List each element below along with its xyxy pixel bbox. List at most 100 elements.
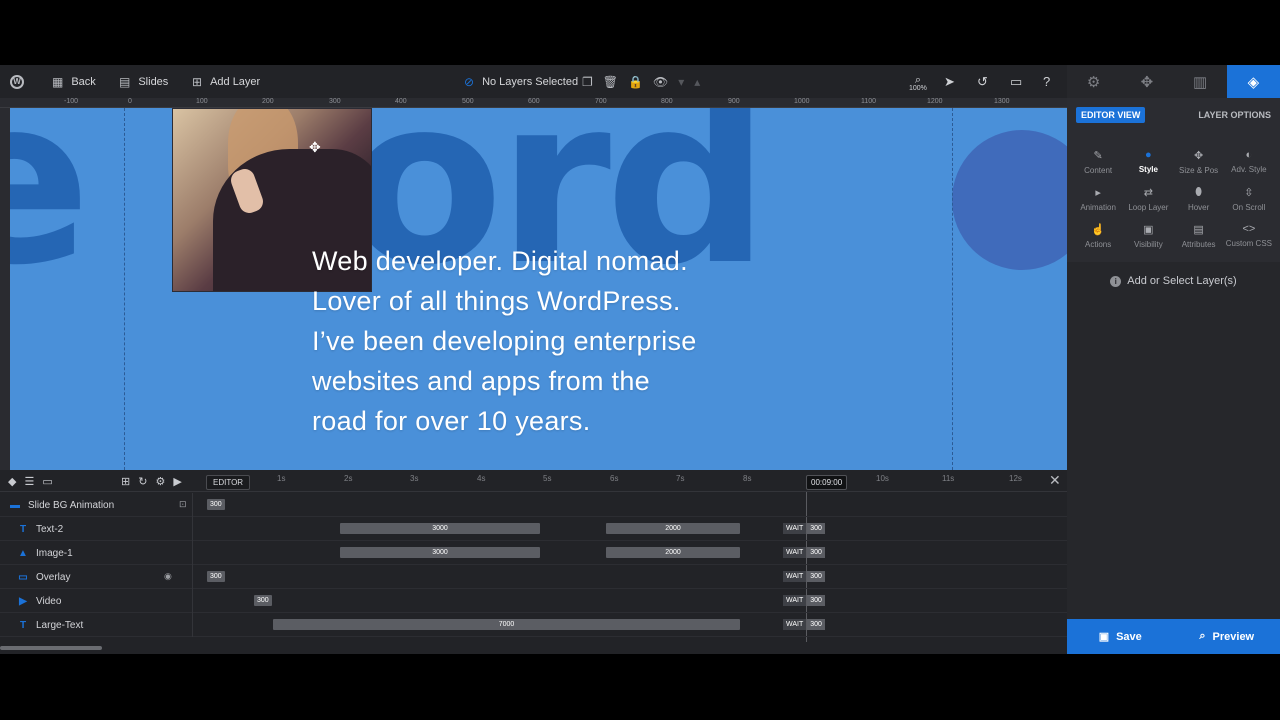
timeline-row[interactable]: ▭ Overlay ◉ 300 WAIT 300 xyxy=(0,565,1067,589)
scroll-icon: ⇳ xyxy=(1244,186,1254,199)
list-icon[interactable]: ☰ xyxy=(24,475,34,488)
ruler-label: 700 xyxy=(595,98,607,105)
option-label: Animation xyxy=(1080,202,1116,212)
zoom-control[interactable]: ⌕ 100% xyxy=(909,71,927,92)
current-time[interactable]: 00:09:00 xyxy=(806,475,848,490)
option-content[interactable]: ✎ Content xyxy=(1073,143,1123,180)
lock-icon[interactable]: 🔒 xyxy=(628,76,643,88)
contrast-icon: ◐ xyxy=(1245,149,1253,161)
layers-icon[interactable]: ◆ xyxy=(8,475,16,488)
settings-icon[interactable]: ⚙ xyxy=(155,475,165,488)
code-icon: <> xyxy=(1242,223,1256,235)
folder-icon[interactable]: ⊡ xyxy=(179,499,187,510)
option-size-pos[interactable]: ✥ Size & Pos xyxy=(1174,143,1224,180)
ruler-label: 300 xyxy=(329,98,341,105)
zoom-level: 100% xyxy=(909,85,927,92)
timeline-row[interactable]: ▶ Video 300 WAIT 300 xyxy=(0,589,1067,613)
search-icon: ⌕ xyxy=(1199,630,1206,642)
tab-slide[interactable]: ▥ xyxy=(1173,65,1227,98)
timeline-scrollbar[interactable] xyxy=(0,646,1067,650)
ruler-label: 500 xyxy=(462,98,474,105)
tab-navigation[interactable]: ✥ xyxy=(1120,65,1174,98)
option-animation[interactable]: ▸ Animation xyxy=(1073,180,1123,217)
palette-icon: ● xyxy=(1145,149,1152,161)
tick-label: 5s xyxy=(543,474,552,483)
out-animation-bar[interactable]: 2000 xyxy=(606,547,740,558)
undo-icon[interactable]: ↺ xyxy=(977,74,988,90)
cursor-icon[interactable]: ➤ xyxy=(944,74,955,90)
scrollbar-thumb[interactable] xyxy=(0,646,102,650)
wait-value: 300 xyxy=(807,595,825,606)
option-custom-css[interactable]: <> Custom CSS xyxy=(1224,217,1274,254)
option-label: Attributes xyxy=(1181,239,1216,249)
move-down-icon[interactable]: ▾ xyxy=(678,76,684,88)
close-icon[interactable]: ✕ xyxy=(1049,472,1061,489)
wait-value: 300 xyxy=(807,571,825,582)
wait-marker[interactable]: WAIT 300 xyxy=(783,595,826,606)
desktop-icon[interactable]: ▭ xyxy=(1010,74,1022,90)
slides-button[interactable]: ▤ Slides xyxy=(119,65,168,98)
row-label: T Text-2 xyxy=(0,517,193,541)
timeline-row[interactable]: ▬ Slide BG Animation ⊡ 300 xyxy=(0,493,1067,517)
add-layer-icon: ⊞ xyxy=(192,74,203,89)
in-animation-bar[interactable]: 3000 xyxy=(340,547,540,558)
ruler-label: 1100 xyxy=(861,98,877,105)
back-button[interactable]: ▦ Back xyxy=(52,65,96,98)
slides-icon: ▤ xyxy=(119,74,131,89)
preview-button[interactable]: ⌕ Preview xyxy=(1174,619,1280,654)
duplicate-icon[interactable]: ❐ xyxy=(582,76,593,88)
wait-marker[interactable]: WAIT 300 xyxy=(783,547,826,558)
circle-shape-layer[interactable] xyxy=(952,130,1067,270)
editor-view-badge[interactable]: EDITOR VIEW xyxy=(1076,107,1146,123)
visibility-icon[interactable]: 👁 xyxy=(653,76,668,88)
wordpress-button[interactable]: W xyxy=(10,65,24,98)
ruler-label: 200 xyxy=(262,98,274,105)
tab-layers[interactable]: ◈ xyxy=(1226,65,1280,98)
grid-icon[interactable]: ⊞ xyxy=(121,475,130,488)
hidden-eye-icon[interactable]: ◉ xyxy=(164,571,172,582)
timeline-row[interactable]: T Large-Text 7000 WAIT 300 xyxy=(0,613,1067,637)
document-icon: ▤ xyxy=(1193,223,1204,236)
headline-line: Web developer. Digital nomad. xyxy=(312,246,688,276)
tab-settings[interactable]: ⚙ xyxy=(1067,65,1121,98)
timeline-controls: ⊞ ↻ ⚙ ▶ xyxy=(121,475,182,488)
in-animation-bar[interactable]: 7000 xyxy=(273,619,740,630)
in-animation-bar[interactable]: 300 xyxy=(207,571,225,582)
delete-icon[interactable]: 🗑 xyxy=(603,76,618,88)
option-actions[interactable]: ☝ Actions xyxy=(1073,217,1123,254)
row-label: ▲ Image-1 xyxy=(0,541,193,565)
loop-icon[interactable]: ↻ xyxy=(138,475,147,488)
layer-selection-status: ⊘ No Layers Selected xyxy=(464,65,578,98)
option-label: Size & Pos xyxy=(1179,165,1219,175)
wait-marker[interactable]: WAIT 300 xyxy=(783,523,826,534)
text-layer[interactable]: Web developer. Digital nomad. Lover of a… xyxy=(312,241,752,441)
tick-label: 12s xyxy=(1009,474,1022,483)
folder-icon[interactable]: ▭ xyxy=(42,475,52,488)
option-attributes[interactable]: ▤ Attributes xyxy=(1174,217,1224,254)
add-layer-button[interactable]: ⊞ Add Layer xyxy=(192,65,260,98)
slide-canvas[interactable]: e Nord ✥ Web developer. Digital nomad. L… xyxy=(10,108,1067,470)
bg-animation-bar[interactable]: 300 xyxy=(207,499,225,510)
wait-marker[interactable]: WAIT 300 xyxy=(783,619,826,630)
editor-tag[interactable]: EDITOR xyxy=(206,475,251,490)
move-up-icon[interactable]: ▴ xyxy=(694,76,700,88)
play-icon[interactable]: ▶ xyxy=(173,475,181,488)
layer-name: Image-1 xyxy=(36,547,73,559)
option-visibility[interactable]: ▣ Visibility xyxy=(1123,217,1173,254)
save-button[interactable]: ▣ Save xyxy=(1067,619,1174,654)
out-animation-bar[interactable]: 2000 xyxy=(606,523,740,534)
timeline-row[interactable]: ▲ Image-1 3000 2000 WAIT 300 xyxy=(0,541,1067,565)
help-icon[interactable]: ? xyxy=(1043,74,1050,89)
option-hover[interactable]: ⬮ Hover xyxy=(1174,180,1224,217)
option-loop-layer[interactable]: ⇄ Loop Layer xyxy=(1123,180,1173,217)
option-style[interactable]: ● Style xyxy=(1123,143,1173,180)
play-icon: ▸ xyxy=(1095,186,1101,199)
wait-marker[interactable]: WAIT 300 xyxy=(783,571,826,582)
in-animation-bar[interactable]: 300 xyxy=(254,595,272,606)
option-on-scroll[interactable]: ⇳ On Scroll xyxy=(1224,180,1274,217)
option-label: Actions xyxy=(1085,239,1112,249)
timeline-row[interactable]: T Text-2 3000 2000 WAIT 300 xyxy=(0,517,1067,541)
option-adv-style[interactable]: ◐ Adv. Style xyxy=(1224,143,1274,180)
preview-label: Preview xyxy=(1212,630,1255,643)
in-animation-bar[interactable]: 3000 xyxy=(340,523,540,534)
